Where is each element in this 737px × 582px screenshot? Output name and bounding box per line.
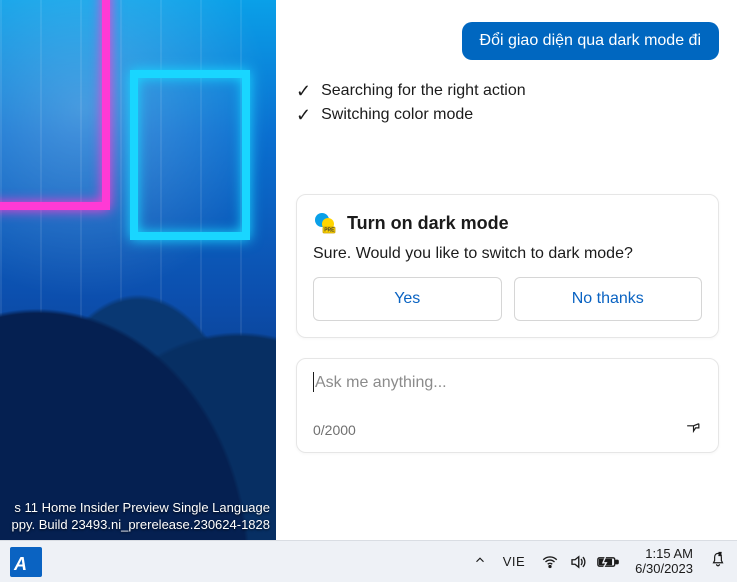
card-header: PRE Turn on dark mode: [313, 211, 702, 235]
no-thanks-button-label: No thanks: [572, 290, 644, 308]
chat-input-placeholder: Ask me anything...: [315, 374, 447, 391]
svg-text:z: z: [719, 551, 722, 557]
watermark-line-1: s 11 Home Insider Preview Single Languag…: [11, 499, 270, 517]
user-message-text: Đổi giao diện qua dark mode đi: [480, 32, 701, 49]
tray-overflow-chevron-icon[interactable]: [473, 553, 487, 570]
user-message-bubble: Đổi giao diện qua dark mode đi: [462, 22, 719, 60]
wifi-icon[interactable]: [541, 553, 559, 571]
copilot-pre-icon: PRE: [313, 211, 337, 235]
check-icon: ✓: [296, 82, 311, 100]
taskbar-clock[interactable]: 1:15 AM 6/30/2023: [635, 547, 693, 577]
chat-input[interactable]: Ask me anything...: [313, 373, 702, 393]
yes-button[interactable]: Yes: [313, 277, 502, 321]
notifications-icon[interactable]: z: [709, 550, 727, 573]
copilot-panel: Đổi giao diện qua dark mode đi ✓ Searchi…: [276, 0, 737, 540]
taskbar-app-glyph: A: [14, 554, 27, 575]
progress-list: ✓ Searching for the right action ✓ Switc…: [296, 82, 719, 124]
desktop-area: s 11 Home Insider Preview Single Languag…: [0, 0, 737, 540]
taskbar-date: 6/30/2023: [635, 562, 693, 577]
card-title: Turn on dark mode: [347, 213, 509, 234]
taskbar-left: A: [10, 547, 42, 577]
progress-text: Switching color mode: [321, 106, 473, 124]
svg-text:PRE: PRE: [324, 228, 335, 234]
taskbar: A VIE: [0, 540, 737, 582]
desktop-wallpaper[interactable]: s 11 Home Insider Preview Single Languag…: [0, 0, 276, 540]
yes-button-label: Yes: [394, 290, 420, 308]
chat-input-card: Ask me anything... 0/2000: [296, 358, 719, 453]
check-icon: ✓: [296, 106, 311, 124]
text-cursor: [313, 372, 314, 392]
taskbar-app-button[interactable]: A: [10, 547, 42, 577]
volume-icon[interactable]: [569, 553, 587, 571]
taskbar-right: VIE 1:15 AM 6/30/2023: [473, 547, 727, 577]
system-tray[interactable]: [541, 553, 619, 571]
no-thanks-button[interactable]: No thanks: [514, 277, 703, 321]
progress-item: ✓ Switching color mode: [296, 106, 719, 124]
chat-input-footer: 0/2000: [313, 419, 702, 440]
pin-icon[interactable]: [679, 416, 707, 444]
taskbar-time: 1:15 AM: [635, 547, 693, 562]
char-counter: 0/2000: [313, 422, 356, 438]
card-body-text: Sure. Would you like to switch to dark m…: [313, 245, 702, 263]
action-card: PRE Turn on dark mode Sure. Would you li…: [296, 194, 719, 338]
progress-text: Searching for the right action: [321, 82, 526, 100]
language-indicator[interactable]: VIE: [503, 554, 525, 569]
card-actions: Yes No thanks: [313, 277, 702, 321]
windows-build-watermark: s 11 Home Insider Preview Single Languag…: [11, 499, 270, 534]
battery-icon[interactable]: [597, 555, 619, 569]
watermark-line-2: ppy. Build 23493.ni_prerelease.230624-18…: [11, 516, 270, 534]
progress-item: ✓ Searching for the right action: [296, 82, 719, 100]
